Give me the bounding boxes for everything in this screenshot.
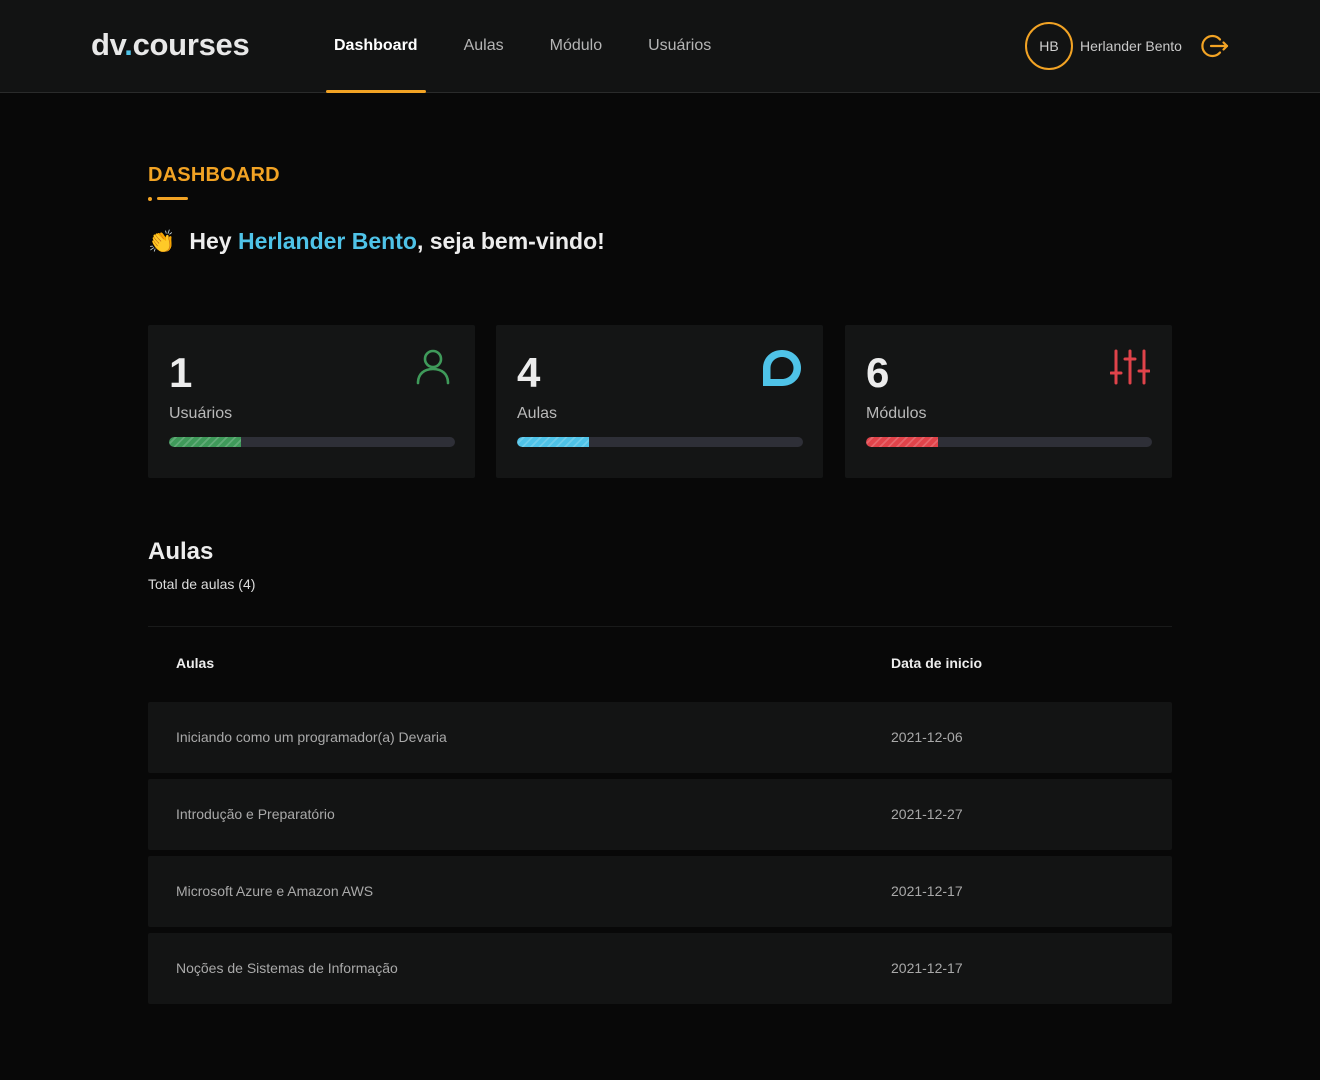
cell-aula-name: Microsoft Azure e Amazon AWS [176,883,374,899]
page-title: DASHBOARD [148,164,280,186]
progress-fill [517,437,589,447]
column-header-data: Data de inicio [891,655,983,671]
cell-start-date: 2021-12-06 [891,729,963,745]
avatar[interactable]: HB [1025,22,1073,70]
user-icon [416,349,450,385]
greeting-name: Herlander Bento [238,228,417,254]
logout-icon [1201,34,1229,58]
clapping-hands-icon: 👏 [148,228,176,254]
greeting-prefix: Hey [189,228,238,254]
nav-usuarios-label: Usuários [648,37,712,54]
logo-dot: . [124,27,133,62]
user-profile[interactable]: HB Herlander Bento [1025,22,1182,70]
logout-button[interactable] [1200,32,1230,60]
app-logo[interactable]: dv.courses [91,27,250,63]
progress-track [517,437,803,447]
main-nav: Dashboard Aulas Módulo Usuários [326,0,734,93]
logo-suffix: courses [132,27,250,62]
table-row[interactable]: Iniciando como um programador(a) Devaria… [148,702,1172,773]
title-underline [148,197,188,201]
nav-usuarios[interactable]: Usuários [625,0,734,92]
table-row[interactable]: Microsoft Azure e Amazon AWS 2021-12-17 [148,856,1172,927]
stat-value: 4 [517,349,541,396]
progress-fill [866,437,938,447]
top-navbar: dv.courses Dashboard Aulas Módulo Usuári… [0,0,1320,93]
section-subtitle: Total de aulas (4) [148,576,256,592]
cell-aula-name: Iniciando como um programador(a) Devaria [176,729,447,745]
table-row[interactable]: Noções de Sistemas de Informação 2021-12… [148,933,1172,1004]
stat-card-usuarios[interactable]: 1 Usuários [148,325,475,478]
stat-card-aulas[interactable]: 4 Aulas [496,325,823,478]
user-name: Herlander Bento [1080,38,1182,54]
table-row[interactable]: Introdução e Preparatório 2021-12-27 [148,779,1172,850]
cell-start-date: 2021-12-17 [891,883,963,899]
section-title: Aulas [148,538,214,565]
nav-modulo[interactable]: Módulo [527,0,625,92]
column-header-aulas: Aulas [176,655,215,671]
divider [148,626,1172,627]
cell-aula-name: Noções de Sistemas de Informação [176,960,398,976]
progress-track [169,437,455,447]
cell-start-date: 2021-12-27 [891,806,963,822]
nav-modulo-label: Módulo [549,37,603,54]
stat-value: 1 [169,349,193,396]
sliders-icon [1110,349,1150,385]
cell-aula-name: Introdução e Preparatório [176,806,335,822]
nav-aulas-label: Aulas [463,37,504,54]
logo-prefix: dv [91,27,125,62]
stat-card-modulos[interactable]: 6 Módulos [845,325,1172,478]
greeting-suffix: , seja bem-vindo! [416,228,605,254]
chat-bubble-icon [763,350,801,386]
cell-start-date: 2021-12-17 [891,960,963,976]
progress-track [866,437,1152,447]
stat-label: Módulos [866,405,927,422]
stat-label: Usuários [169,405,233,422]
nav-dashboard[interactable]: Dashboard [326,0,426,93]
welcome-greeting: 👏 Hey Herlander Bento, seja bem-vindo! [148,228,605,255]
stat-value: 6 [866,349,890,396]
nav-aulas[interactable]: Aulas [426,0,527,92]
stat-label: Aulas [517,405,558,422]
nav-dashboard-label: Dashboard [334,37,418,54]
progress-fill [169,437,241,447]
